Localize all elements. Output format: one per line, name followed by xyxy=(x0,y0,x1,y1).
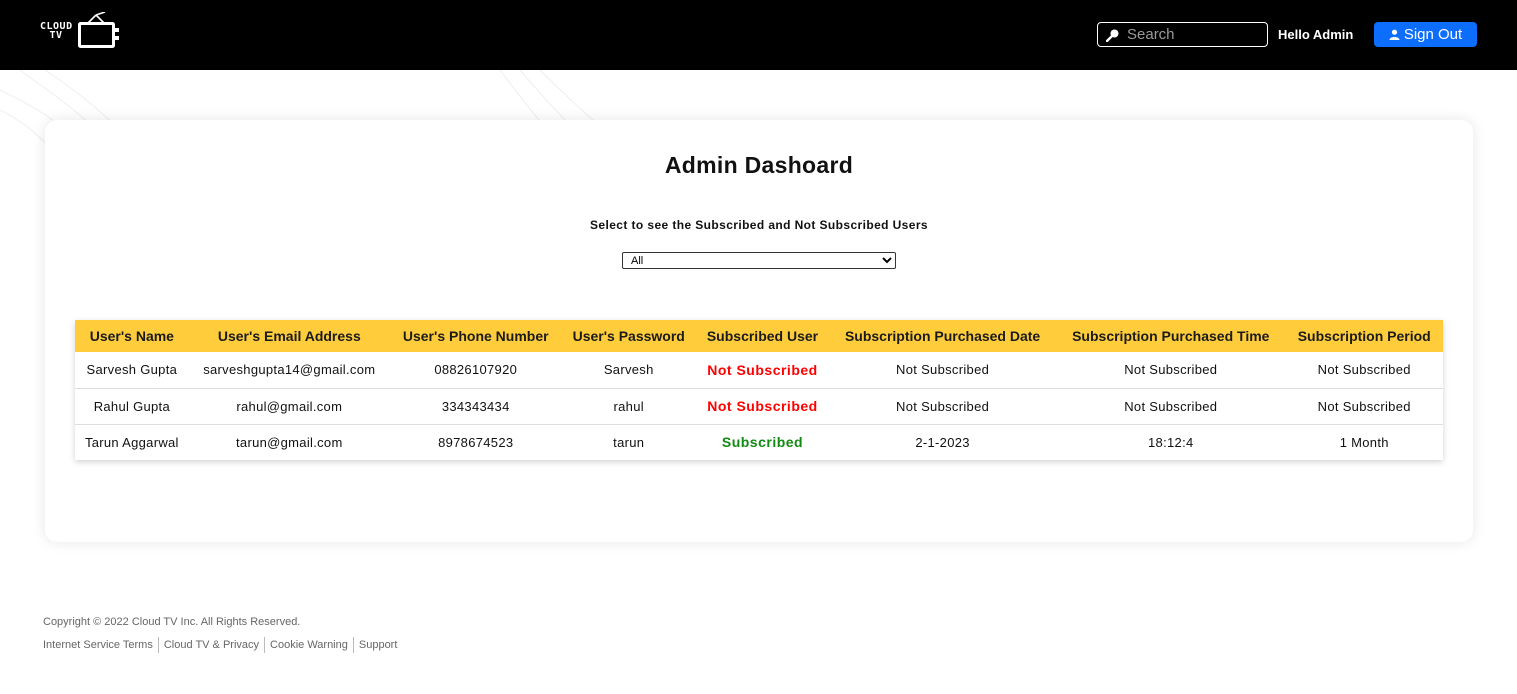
cell-email: sarveshgupta14@gmail.com xyxy=(188,352,390,389)
cell-purchase-time: Not Subscribed xyxy=(1056,388,1286,425)
footer-link-privacy[interactable]: Cloud TV & Privacy xyxy=(157,637,264,653)
cell-purchase-date: Not Subscribed xyxy=(829,388,1057,425)
cell-purchase-date: 2-1-2023 xyxy=(915,434,970,450)
footer-link-service-terms[interactable]: Internet Service Terms xyxy=(43,637,158,653)
cell-name: Rahul Gupta xyxy=(75,388,189,425)
table-row: Tarun Aggarwal tarun@gmail.com 897867452… xyxy=(75,424,1443,460)
column-header-name: User's Name xyxy=(75,320,189,352)
table-row: Rahul Gupta rahul@gmail.com 334343434 ra… xyxy=(75,388,1443,425)
cell-name: Tarun Aggarwal xyxy=(84,434,179,450)
table-header-row: User's Name User's Email Address User's … xyxy=(75,320,1443,352)
search-input[interactable] xyxy=(1127,26,1262,43)
cell-email: rahul@gmail.com xyxy=(188,388,390,425)
column-header-password: User's Password xyxy=(561,320,696,352)
tv-icon xyxy=(78,12,119,48)
cell-purchase-time: 18:12:4 xyxy=(1148,434,1194,450)
search-icon xyxy=(1106,29,1119,42)
top-navbar: CLOUD TV Hello Admin Sign Out xyxy=(0,0,1517,70)
subscription-filter-select[interactable]: All xyxy=(622,252,896,269)
cloud-tv-logo[interactable]: CLOUD TV xyxy=(40,12,150,52)
page-footer: Copyright © 2022 Cloud TV Inc. All Right… xyxy=(43,616,402,653)
cell-password: Sarvesh xyxy=(561,352,696,389)
column-header-email: User's Email Address xyxy=(188,320,390,352)
table-row: Sarvesh Gupta sarveshgupta14@gmail.com 0… xyxy=(75,352,1443,389)
dashboard-card: Admin Dashoard Select to see the Subscri… xyxy=(45,120,1473,542)
column-header-purchase-date: Subscription Purchased Date xyxy=(829,320,1057,352)
users-table-container: User's Name User's Email Address User's … xyxy=(75,320,1443,460)
cell-subscription-status: Not Subscribed xyxy=(695,388,830,425)
sign-out-label: Sign Out xyxy=(1403,26,1463,43)
column-header-purchase-time: Subscription Purchased Time xyxy=(1056,320,1286,352)
cell-phone: 8978674523 xyxy=(438,434,514,450)
cell-password: tarun xyxy=(613,434,645,450)
cell-phone: 08826107920 xyxy=(389,352,562,389)
greeting-text: Hello Admin xyxy=(1278,27,1354,42)
sign-out-button[interactable]: Sign Out xyxy=(1374,22,1477,47)
footer-link-cookie-warning[interactable]: Cookie Warning xyxy=(264,637,353,653)
column-header-subscribed: Subscribed User xyxy=(695,320,830,352)
cell-purchase-date: Not Subscribed xyxy=(829,352,1057,389)
footer-link-support[interactable]: Support xyxy=(352,637,403,653)
user-icon xyxy=(1389,29,1400,40)
cell-subscription-status: Subscribed xyxy=(721,434,804,451)
cell-subscription-status: Not Subscribed xyxy=(695,352,830,389)
cell-period: Not Subscribed xyxy=(1285,352,1443,389)
filter-instruction: Select to see the Subscribed and Not Sub… xyxy=(590,218,928,232)
logo-text-bottom: TV xyxy=(49,30,63,41)
cell-purchase-time: Not Subscribed xyxy=(1056,352,1286,389)
page-title: Admin Dashoard xyxy=(664,152,854,178)
users-table: User's Name User's Email Address User's … xyxy=(75,320,1443,460)
logo-wordmark: CLOUD TV xyxy=(40,22,72,41)
column-header-phone: User's Phone Number xyxy=(389,320,562,352)
column-header-period: Subscription Period xyxy=(1285,320,1443,352)
cell-password: rahul xyxy=(561,388,696,425)
cell-name: Sarvesh Gupta xyxy=(75,352,189,389)
footer-links: Internet Service Terms Cloud TV & Privac… xyxy=(43,637,402,653)
cell-phone: 334343434 xyxy=(389,388,562,425)
copyright-text: Copyright © 2022 Cloud TV Inc. All Right… xyxy=(43,616,301,628)
cell-email: tarun@gmail.com xyxy=(236,434,343,450)
cell-period: 1 Month xyxy=(1339,434,1389,450)
cell-period: Not Subscribed xyxy=(1285,388,1443,425)
search-field[interactable] xyxy=(1097,22,1268,47)
